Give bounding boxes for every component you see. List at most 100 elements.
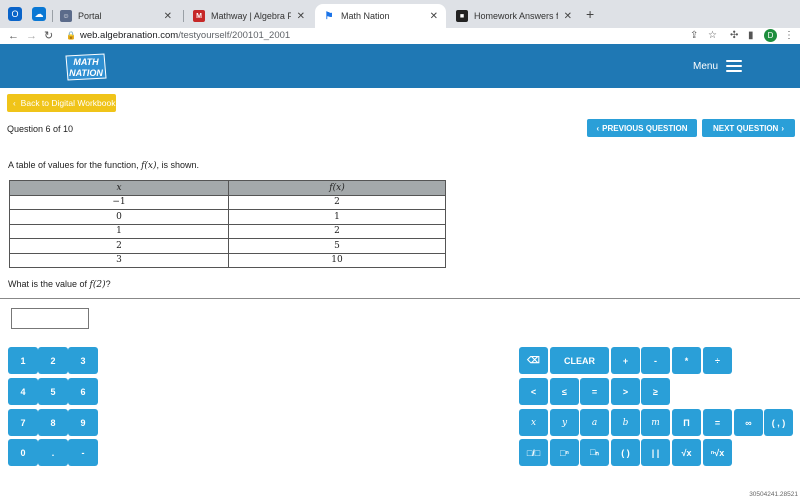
table-row: 25 <box>9 238 446 254</box>
onedrive-icon[interactable]: ☁ <box>32 7 46 21</box>
nth-root-key[interactable]: ⁿ√x <box>703 439 732 466</box>
key-0[interactable]: 0 <box>8 439 38 466</box>
close-icon[interactable]: ✕ <box>564 11 572 22</box>
values-table: x f(x) −1 2 01 12 25 3 10 <box>9 180 446 268</box>
close-icon[interactable]: ✕ <box>297 11 305 22</box>
equals-key[interactable]: = <box>580 378 609 405</box>
divider <box>0 298 800 299</box>
star-icon[interactable]: ☆ <box>708 29 717 43</box>
cell-x: 0 <box>9 209 229 225</box>
reload-icon[interactable]: ↻ <box>44 29 53 43</box>
backspace-key[interactable]: ⌫ <box>519 347 548 374</box>
equals-key-2[interactable]: = <box>703 409 732 436</box>
tab-portal[interactable]: ☺ Portal ✕ <box>52 4 180 28</box>
plus-key[interactable]: + <box>611 347 640 374</box>
cell-fx: 10 <box>228 252 446 268</box>
greater-than-key[interactable]: > <box>611 378 640 405</box>
logo-line1: MATH <box>73 57 99 67</box>
pi-key[interactable]: Π <box>672 409 701 436</box>
key-3[interactable]: 3 <box>68 347 98 374</box>
key-9[interactable]: 9 <box>68 409 98 436</box>
lock-icon: 🔒 <box>66 31 76 40</box>
question-prompt: A table of values for the function, f(x)… <box>8 160 200 171</box>
url-field[interactable]: 🔒 web.algebranation.com/testyourself/2001… <box>66 29 290 43</box>
less-equal-key[interactable]: ≤ <box>550 378 579 405</box>
previous-question-button[interactable]: ‹ PREVIOUS QUESTION <box>587 119 697 137</box>
table-row: 01 <box>9 209 446 225</box>
chevron-left-icon: ‹ <box>13 98 16 108</box>
back-to-workbook-button[interactable]: ‹ Back to Digital Workbook <box>7 94 116 112</box>
infinity-key[interactable]: ∞ <box>734 409 763 436</box>
flag-favicon-icon: ⚑ <box>324 10 334 22</box>
key-negative[interactable]: - <box>68 439 98 466</box>
key-2[interactable]: 2 <box>38 347 68 374</box>
tab-mathway[interactable]: M Mathway | Algebra Problem Sol ✕ <box>185 4 313 28</box>
variable-y-key[interactable]: y <box>550 409 579 436</box>
key-7[interactable]: 7 <box>8 409 38 436</box>
forward-arrow-icon[interactable]: → <box>26 29 37 43</box>
less-than-key[interactable]: < <box>519 378 548 405</box>
back-button-label: Back to Digital Workbook <box>20 98 116 108</box>
key-decimal[interactable]: . <box>38 439 68 466</box>
hamburger-icon <box>726 60 742 72</box>
outlook-icon[interactable]: O <box>8 7 22 21</box>
cell-x: 3 <box>9 252 229 268</box>
share-icon[interactable]: ⇪ <box>690 29 698 43</box>
next-question-button[interactable]: NEXT QUESTION › <box>702 119 795 137</box>
variable-m-key[interactable]: m <box>641 409 670 436</box>
prev-label: PREVIOUS QUESTION <box>602 123 688 133</box>
url-domain: web.algebranation.com <box>79 30 179 41</box>
clear-key[interactable]: CLEAR <box>550 347 609 374</box>
ordered-pair-key[interactable]: ( , ) <box>764 409 793 436</box>
chevron-right-icon: › <box>781 123 784 133</box>
function-notation: f(x) <box>141 161 157 171</box>
close-icon[interactable]: ✕ <box>430 11 438 22</box>
profile-avatar[interactable]: D <box>764 29 777 42</box>
cell-x: −1 <box>9 194 229 210</box>
key-6[interactable]: 6 <box>68 378 98 405</box>
variable-x-key[interactable]: x <box>519 409 548 436</box>
new-tab-icon[interactable]: + <box>586 6 594 22</box>
key-1[interactable]: 1 <box>8 347 38 374</box>
key-8[interactable]: 8 <box>38 409 68 436</box>
cell-fx: 2 <box>228 223 446 239</box>
variable-b-key[interactable]: b <box>611 409 640 436</box>
build-id: 30504241.28521 <box>749 491 798 498</box>
tab-title: Mathway | Algebra Problem Sol <box>211 11 291 21</box>
tab-title: Homework Answers from Subje <box>474 11 558 21</box>
function-notation: f(2) <box>89 280 106 290</box>
key-4[interactable]: 4 <box>8 378 38 405</box>
minus-key[interactable]: - <box>641 347 670 374</box>
chevron-left-icon: ‹ <box>596 123 600 133</box>
back-arrow-icon[interactable]: ← <box>8 29 19 43</box>
divide-key[interactable]: ÷ <box>703 347 732 374</box>
extensions-icon[interactable]: ✣ <box>730 29 738 43</box>
answer-input[interactable] <box>11 308 89 329</box>
cell-fx: 5 <box>228 238 446 254</box>
absolute-value-key[interactable]: | | <box>641 439 670 466</box>
multiply-key[interactable]: * <box>672 347 701 374</box>
question-ask: What is the value of f(2)? <box>8 279 111 290</box>
greater-equal-key[interactable]: ≥ <box>641 378 670 405</box>
fraction-key[interactable]: □/□ <box>519 439 548 466</box>
homework-favicon-icon: ■ <box>456 10 468 22</box>
tab-homework-answers[interactable]: ■ Homework Answers from Subje ✕ <box>448 4 580 28</box>
cell-fx: 2 <box>228 194 446 210</box>
mathway-favicon-icon: M <box>193 10 205 22</box>
more-vertical-icon[interactable]: ⋮ <box>784 29 794 43</box>
table-header-row: x f(x) <box>9 180 446 196</box>
key-5[interactable]: 5 <box>38 378 68 405</box>
math-nation-logo[interactable]: MATH NATION <box>62 52 108 82</box>
parentheses-key[interactable]: ( ) <box>611 439 640 466</box>
menu-button[interactable]: Menu <box>693 60 742 72</box>
cell-x: 2 <box>9 238 229 254</box>
subscript-key[interactable]: □ₙ <box>580 439 609 466</box>
close-icon[interactable]: ✕ <box>164 11 172 22</box>
table-row: 3 10 <box>9 252 446 268</box>
browser-tab-bar: O ☁ ☺ Portal ✕ M Mathway | Algebra Probl… <box>0 0 800 28</box>
variable-a-key[interactable]: a <box>580 409 609 436</box>
tab-math-nation[interactable]: ⚑ Math Nation ✕ <box>315 4 446 28</box>
exponent-key[interactable]: □ⁿ <box>550 439 579 466</box>
sidebar-icon[interactable]: ▮ <box>748 29 754 43</box>
square-root-key[interactable]: √x <box>672 439 701 466</box>
